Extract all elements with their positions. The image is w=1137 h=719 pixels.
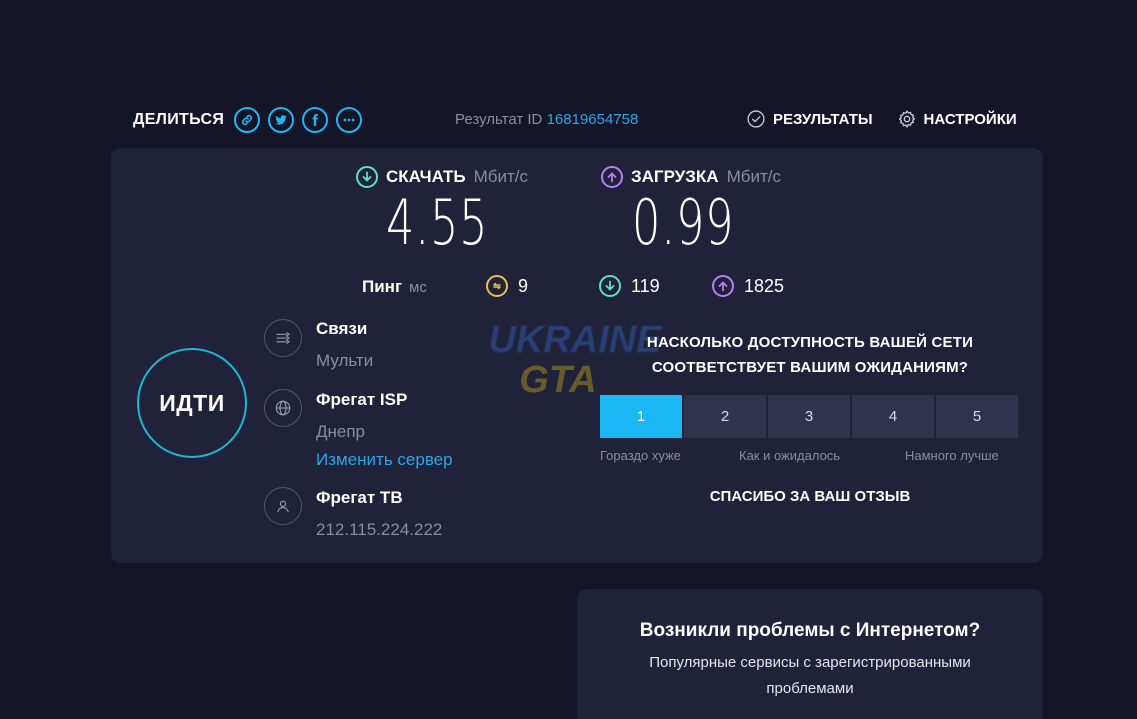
problems-subtitle-line1: Популярные сервисы с зарегистрированными (649, 654, 971, 671)
rating-label-high: Намного лучше (905, 448, 999, 463)
survey-question-line2: СООТВЕТСТВУЕТ ВАШИМ ОЖИДАНИЯМ? (651, 359, 969, 376)
settings-link[interactable]: НАСТРОЙКИ (897, 109, 1017, 129)
provider-title: Фрегат ТВ (316, 488, 403, 507)
go-button[interactable]: ИДТИ (137, 348, 247, 458)
rating-option-5[interactable]: 5 (936, 395, 1018, 438)
rating-option-4[interactable]: 4 (852, 395, 934, 438)
upload-unit: Мбит/с (726, 167, 781, 186)
share-bar: ДЕЛИТЬСЯ (133, 104, 363, 136)
upload-header: ЗАГРУЗКА Мбит/с (601, 166, 781, 188)
share-more-button[interactable] (336, 107, 363, 133)
problems-subtitle: Популярные сервисы с зарегистрированными… (600, 650, 1020, 702)
rating-scale: 1 2 3 4 5 (600, 395, 1018, 438)
rating-option-3[interactable]: 3 (768, 395, 850, 438)
download-header: СКАЧАТЬ Мбит/с (356, 166, 528, 188)
problems-subtitle-line2: проблемами (766, 680, 854, 697)
upload-label: ЗАГРУЗКА (631, 167, 719, 186)
check-circle-icon (747, 110, 765, 128)
ping-download-icon (599, 275, 621, 297)
gear-icon (898, 110, 915, 128)
ping-upload: 1825 (712, 275, 784, 297)
ping-unit: мс (409, 278, 427, 296)
facebook-icon (312, 114, 319, 126)
settings-label: НАСТРОЙКИ (923, 110, 1017, 128)
upload-value: 0.99 (632, 186, 735, 259)
svg-text:GTA: GTA (519, 359, 596, 401)
globe-icon (264, 389, 302, 427)
more-icon (343, 118, 355, 122)
download-value: 4.55 (386, 186, 489, 259)
share-label: ДЕЛИТЬСЯ (133, 111, 225, 128)
connections-icon (264, 319, 302, 357)
download-unit: Мбит/с (473, 167, 529, 186)
survey-question-line1: НАСКОЛЬКО ДОСТУПНОСТЬ ВАШЕЙ СЕТИ (646, 334, 974, 351)
ping-idle-value: 9 (518, 275, 529, 296)
ping-download-value: 119 (631, 275, 660, 296)
ping-label: Пинг (362, 277, 403, 296)
user-icon (264, 487, 302, 525)
share-link-button[interactable] (234, 107, 261, 133)
rating-option-2[interactable]: 2 (684, 395, 766, 438)
ping-upload-icon (712, 275, 734, 297)
link-icon (242, 114, 253, 126)
result-id: Результат ID 16819654758 (455, 111, 638, 128)
server-title: Фрегат ISP (316, 390, 408, 409)
results-link[interactable]: РЕЗУЛЬТАТЫ (746, 109, 873, 129)
ping-row: Пинг мс (362, 276, 427, 298)
results-label: РЕЗУЛЬТАТЫ (773, 110, 873, 128)
rating-option-1[interactable]: 1 (600, 395, 682, 438)
server-location: Днепр (316, 422, 366, 441)
connections-value: Мульти (316, 351, 374, 370)
download-label: СКАЧАТЬ (386, 167, 466, 186)
ping-idle: 9 (486, 275, 528, 297)
result-id-label: Результат ID (455, 111, 543, 128)
rating-label-low: Гораздо хуже (600, 448, 681, 463)
survey-thanks: СПАСИБО ЗА ВАШ ОТЗЫВ (709, 488, 911, 505)
result-id-link[interactable]: 16819654758 (547, 111, 639, 128)
twitter-icon (275, 115, 287, 125)
problems-title: Возникли проблемы с Интернетом? (639, 620, 981, 641)
ping-download: 119 (599, 275, 660, 297)
change-server-link[interactable]: Изменить сервер (316, 450, 453, 470)
rating-label-mid: Как и ожидалось (739, 448, 841, 463)
connections-title: Связи (316, 319, 368, 338)
share-twitter-button[interactable] (268, 107, 295, 133)
share-facebook-button[interactable] (302, 107, 329, 133)
ping-idle-icon (486, 275, 508, 297)
upload-icon (601, 166, 623, 188)
ping-upload-value: 1825 (744, 275, 785, 296)
download-icon (356, 166, 378, 188)
provider-ip: 212.115.224.222 (316, 520, 443, 539)
top-links: РЕЗУЛЬТАТЫ НАСТРОЙКИ (746, 109, 1017, 129)
survey-question: НАСКОЛЬКО ДОСТУПНОСТЬ ВАШЕЙ СЕТИ СООТВЕТ… (600, 330, 1020, 380)
